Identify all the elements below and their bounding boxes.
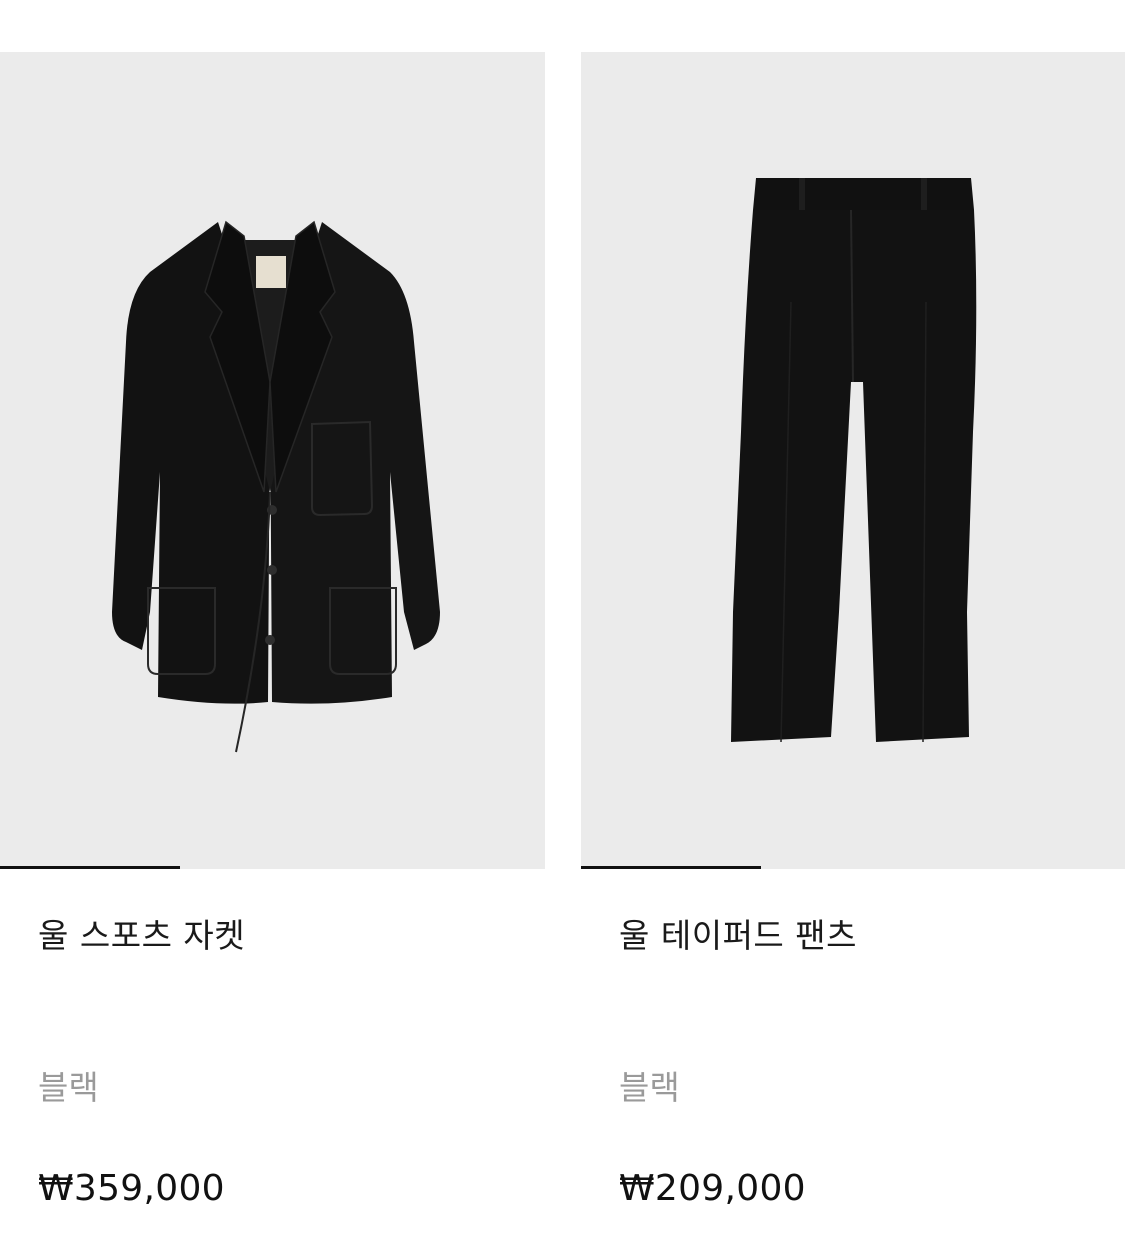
product-color: 블랙 — [38, 1068, 99, 1107]
pants-image — [731, 178, 977, 743]
product-image[interactable] — [0, 52, 545, 869]
product-price: ₩209,000 — [619, 1168, 806, 1209]
image-progress-bar — [581, 866, 761, 869]
product-price: ₩359,000 — [38, 1168, 225, 1209]
product-card-pants[interactable]: 울 테이퍼드 팬츠 블랙 ₩209,000 — [581, 52, 1125, 1249]
image-progress-bar — [0, 866, 180, 869]
jacket-image — [112, 220, 440, 753]
product-card-jacket[interactable]: 울 스포츠 자켓 블랙 ₩359,000 — [0, 52, 545, 1249]
product-name[interactable]: 울 스포츠 자켓 — [38, 914, 245, 958]
product-name[interactable]: 울 테이퍼드 팬츠 — [619, 914, 857, 958]
product-color: 블랙 — [619, 1068, 680, 1107]
image-progress-track — [0, 866, 545, 869]
product-image[interactable] — [581, 52, 1125, 869]
image-progress-track — [581, 866, 1125, 869]
product-grid: 울 스포츠 자켓 블랙 ₩359,000 울 테이퍼드 팬츠 블랙 ₩209,0… — [0, 52, 1125, 1249]
